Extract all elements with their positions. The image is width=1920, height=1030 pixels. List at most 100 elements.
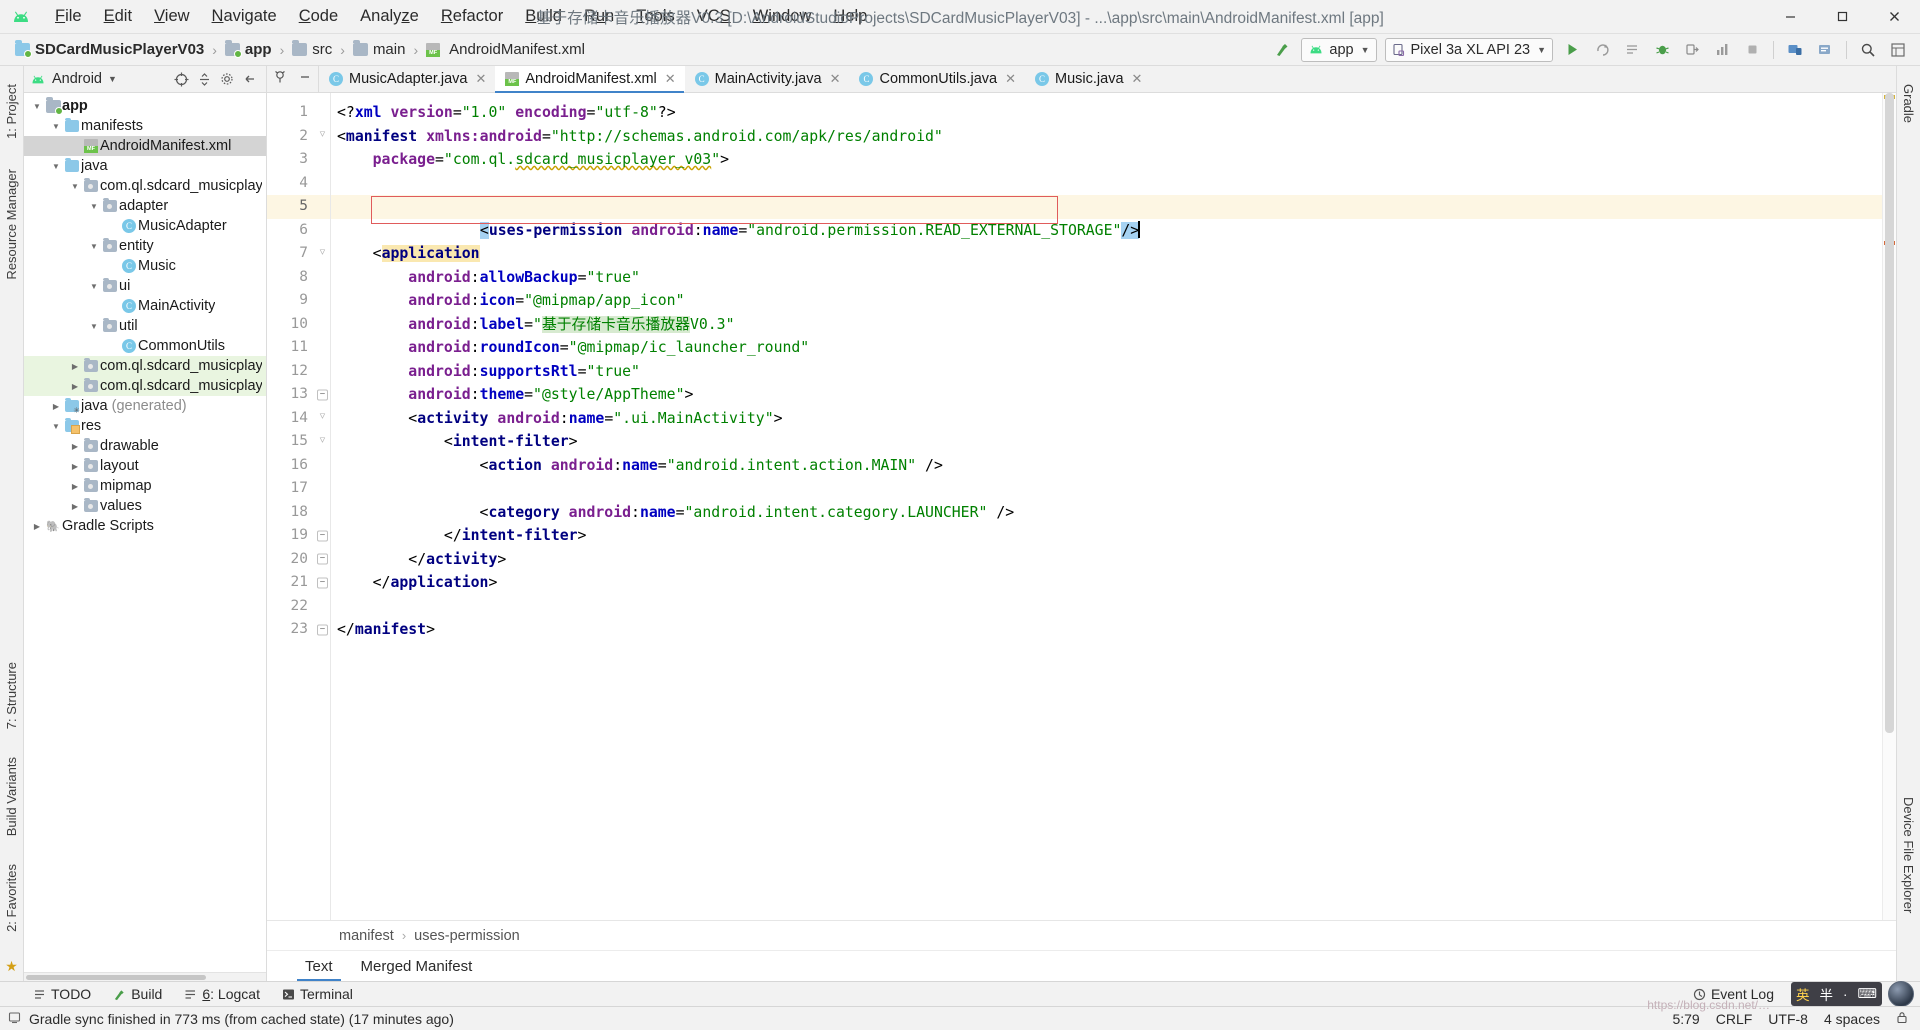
project-tree[interactable]: ▼app▼manifests▶AndroidManifest.xml▼java▼…: [24, 93, 266, 972]
chevron-right-icon[interactable]: ▶: [68, 382, 82, 391]
menu-tools[interactable]: Tools: [625, 4, 686, 29]
ime-width-cell[interactable]: 半: [1815, 982, 1839, 1006]
fold-collapse-icon[interactable]: −: [317, 530, 328, 542]
menu-run[interactable]: Run: [573, 4, 625, 29]
hide-panel-icon[interactable]: [240, 69, 260, 89]
fold-collapse-icon[interactable]: −: [317, 553, 328, 565]
tree-node[interactable]: ▶ 🐘 Gradle Scripts: [24, 516, 266, 536]
fold-triangle-icon[interactable]: ▽: [317, 436, 328, 447]
file-encoding[interactable]: UTF-8: [1768, 1011, 1808, 1027]
tree-node[interactable]: ▶CCommonUtils: [24, 336, 266, 356]
close-icon[interactable]: ✕: [1132, 71, 1143, 87]
tree-node[interactable]: ▶ java (generated): [24, 396, 266, 416]
line-number[interactable]: 3: [267, 148, 330, 172]
line-number[interactable]: 9: [267, 289, 330, 313]
menu-window[interactable]: Window: [742, 4, 823, 29]
line-number[interactable]: 6: [267, 219, 330, 243]
tree-node[interactable]: ▶AndroidManifest.xml: [24, 136, 266, 156]
caret-position[interactable]: 5:79: [1672, 1011, 1699, 1027]
chevron-right-icon[interactable]: ▶: [30, 522, 44, 531]
menu-navigate[interactable]: Navigate: [201, 4, 288, 29]
build-icon[interactable]: [1268, 37, 1296, 63]
tree-node[interactable]: ▼ entity: [24, 236, 266, 256]
close-button[interactable]: [1868, 0, 1920, 34]
tool-button-logcat[interactable]: 6: Logcat: [173, 984, 271, 1004]
tool-button-terminal[interactable]: Terminal: [271, 984, 364, 1004]
tool-tab-structure[interactable]: 7: Structure: [1, 654, 22, 737]
editor-tab-mainactivity-java[interactable]: C MainActivity.java ✕: [684, 66, 850, 92]
tree-node[interactable]: ▼ ui: [24, 276, 266, 296]
fold-collapse-icon[interactable]: −: [317, 389, 328, 401]
event-log-button[interactable]: Event Log: [1682, 984, 1785, 1004]
menu-analyze[interactable]: Analyze: [349, 4, 430, 29]
menu-vcs[interactable]: VCS: [686, 4, 742, 29]
tab-text[interactable]: Text: [291, 951, 347, 981]
lock-icon[interactable]: [1896, 1011, 1908, 1027]
tree-node[interactable]: ▶CMusicAdapter: [24, 216, 266, 236]
tool-tab-favorites[interactable]: 2: Favorites: [1, 856, 22, 940]
line-number[interactable]: 22: [267, 595, 330, 619]
line-number[interactable]: 20−: [267, 548, 330, 572]
apply-code-changes-icon[interactable]: [1618, 37, 1646, 63]
chevron-right-icon[interactable]: ▶: [68, 462, 82, 471]
line-number[interactable]: 10: [267, 313, 330, 337]
tool-tab-resource-manager[interactable]: Resource Manager: [1, 161, 22, 288]
editor-tab-music-java[interactable]: C Music.java ✕: [1025, 66, 1152, 92]
editor-crumb-uses-permission[interactable]: uses-permission: [414, 928, 520, 944]
fold-triangle-icon[interactable]: ▽: [317, 248, 328, 259]
editor-tab-musicadapter-java[interactable]: C MusicAdapter.java ✕: [319, 66, 496, 92]
tree-node[interactable]: ▶CMainActivity: [24, 296, 266, 316]
tree-node[interactable]: ▼ java: [24, 156, 266, 176]
breadcrumb-item-src[interactable]: src: [289, 40, 335, 59]
line-number[interactable]: 13−: [267, 383, 330, 407]
bookmark-star-icon[interactable]: ★: [5, 958, 18, 975]
tool-tab-project[interactable]: 1: Project: [1, 76, 22, 147]
close-icon[interactable]: ✕: [665, 71, 676, 87]
line-separator[interactable]: CRLF: [1716, 1011, 1753, 1027]
debug-icon[interactable]: [1648, 37, 1676, 63]
search-icon[interactable]: [1854, 37, 1882, 63]
tool-tab-gradle[interactable]: Gradle: [1898, 76, 1919, 131]
pin-icon[interactable]: [273, 70, 287, 89]
breadcrumb-item-main[interactable]: main: [350, 40, 409, 59]
tab-merged-manifest[interactable]: Merged Manifest: [347, 951, 487, 981]
tree-node[interactable]: ▼ util: [24, 316, 266, 336]
close-icon[interactable]: ✕: [475, 71, 486, 87]
ime-punct-cell[interactable]: ·: [1838, 982, 1853, 1006]
stop-icon[interactable]: [1738, 37, 1766, 63]
maximize-button[interactable]: [1816, 0, 1868, 34]
chevron-right-icon[interactable]: ▶: [68, 502, 82, 511]
fold-triangle-icon[interactable]: ▽: [317, 412, 328, 424]
tree-node[interactable]: ▼ com.ql.sdcard_musicplayer_: [24, 176, 266, 196]
minimize-button[interactable]: [1764, 0, 1816, 34]
layout-inspector-icon[interactable]: [1884, 37, 1912, 63]
tree-node[interactable]: ▶CMusic: [24, 256, 266, 276]
tree-node[interactable]: ▶ values: [24, 496, 266, 516]
tree-node[interactable]: ▶ mipmap: [24, 476, 266, 496]
chevron-down-icon[interactable]: ▼: [87, 202, 101, 211]
chevron-down-icon[interactable]: ▼: [49, 162, 63, 171]
minimize-editor-icon[interactable]: [298, 70, 312, 89]
tree-node[interactable]: ▶ com.ql.sdcard_musicplayer_: [24, 356, 266, 376]
line-number[interactable]: 15 ▽: [267, 430, 330, 454]
tool-tab-build-variants[interactable]: Build Variants: [1, 749, 22, 844]
code-content[interactable]: <?xml version="1.0" encoding="utf-8"?> <…: [331, 93, 1882, 920]
menu-refactor[interactable]: Refactor: [430, 4, 514, 29]
chevron-down-icon[interactable]: ▼: [87, 242, 101, 251]
menu-help[interactable]: Help: [822, 4, 878, 29]
line-number[interactable]: 23−: [267, 618, 330, 642]
tree-node[interactable]: ▶ com.ql.sdcard_musicplayer_: [24, 376, 266, 396]
chevron-right-icon[interactable]: ▶: [68, 442, 82, 451]
avd-manager-icon[interactable]: [1781, 37, 1809, 63]
chevron-down-icon[interactable]: ▼: [108, 74, 117, 84]
line-number-gutter[interactable]: 1 2 ▽ 3 4 5 6 7 ▽ 8 9 10 11 12 13−14 ▽ 15 ▽ 16 17 18 19−20−21…: [267, 93, 331, 920]
line-number[interactable]: 14 ▽: [267, 407, 330, 431]
editor-tab-androidmanifest-xml[interactable]: AndroidManifest.xml ✕: [495, 66, 685, 93]
menu-code[interactable]: Code: [288, 4, 349, 29]
code-editor[interactable]: 1 2 ▽ 3 4 5 6 7 ▽ 8 9 10 11 12 13−14 ▽ 15 ▽ 16 17 18 19−20−21…: [267, 93, 1896, 920]
gear-icon[interactable]: [217, 69, 237, 89]
tree-node[interactable]: ▼ app: [24, 96, 266, 116]
tree-node[interactable]: ▶ layout: [24, 456, 266, 476]
menu-view[interactable]: View: [143, 4, 200, 29]
scrollbar-thumb[interactable]: [1885, 93, 1894, 733]
